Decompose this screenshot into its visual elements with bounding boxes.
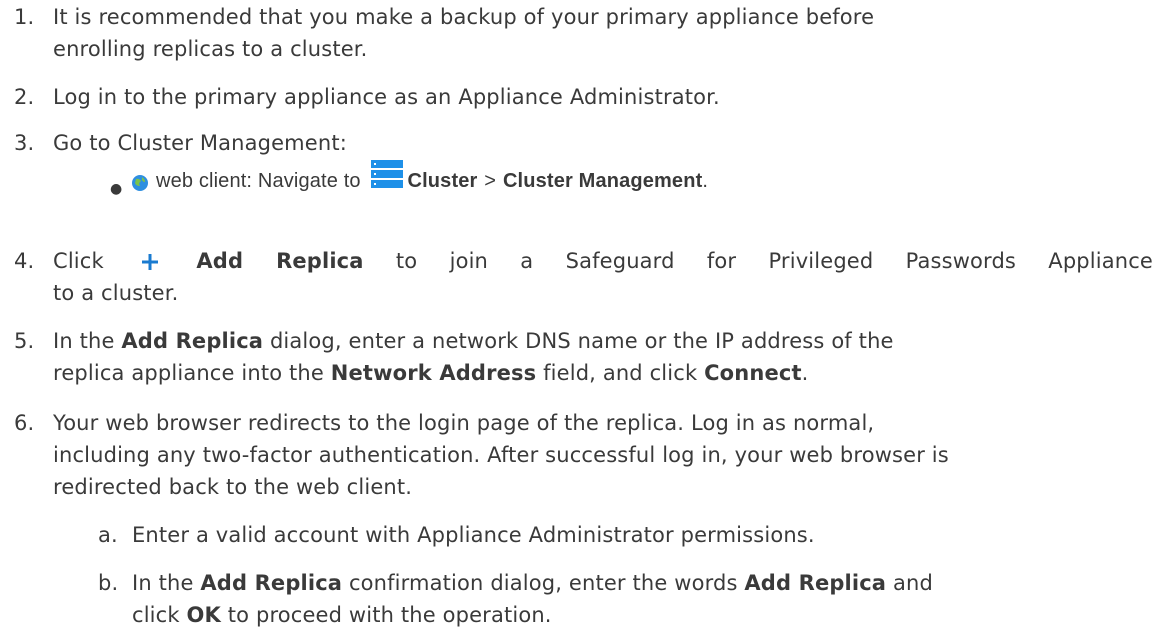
globe-icon xyxy=(130,171,150,191)
add-replica-label: Add Replica xyxy=(121,329,264,353)
step-number: 4. xyxy=(14,249,35,273)
add-replica-label: Add Replica xyxy=(744,571,887,595)
step-number: 3. xyxy=(14,131,35,155)
step-text-line: including any two-factor authentication.… xyxy=(53,443,949,467)
step-text-line: enrolling replicas to a cluster. xyxy=(53,37,368,61)
substep-text-line: click OK to proceed with the operation. xyxy=(132,600,552,630)
step-4-rest: to join a Safeguard for Privileged Passw… xyxy=(395,249,1153,273)
add-replica-label: Add Replica xyxy=(196,249,364,273)
step-number: 1. xyxy=(14,5,35,29)
text: field, and click xyxy=(543,361,698,385)
step-text-line: It is recommended that you make a backup… xyxy=(53,5,875,29)
add-replica-label: Add Replica xyxy=(200,571,343,595)
connect-label: Connect xyxy=(704,361,802,385)
step-text-line: Click Add Replica to join a Safeguard fo… xyxy=(53,246,1153,276)
instructions-page: 1. It is recommended that you make a bac… xyxy=(0,0,1169,643)
step-text-line: In the Add Replica dialog, enter a netwo… xyxy=(53,326,894,356)
server-stack-icon xyxy=(370,158,404,192)
cluster-label: Cluster xyxy=(407,170,478,192)
substep-number: b. xyxy=(98,571,119,595)
bullet-prefix: web client: Navigate to xyxy=(156,170,361,192)
text: click xyxy=(132,603,180,627)
text: replica appliance into the xyxy=(53,361,324,385)
separator: > xyxy=(484,170,497,192)
substep-text-line: In the Add Replica confirmation dialog, … xyxy=(132,568,933,598)
text: In the xyxy=(132,571,194,595)
substep-number: a. xyxy=(98,523,118,547)
step-text-line: replica appliance into the Network Addre… xyxy=(53,358,808,388)
step-number: 5. xyxy=(14,329,35,353)
text: to proceed with the operation. xyxy=(227,603,552,627)
network-address-label: Network Address xyxy=(330,361,537,385)
step-text-line: redirected back to the web client. xyxy=(53,475,413,499)
bullet-end: . xyxy=(702,170,709,192)
text: In the xyxy=(53,329,115,353)
text: confirmation dialog, enter the words xyxy=(348,571,738,595)
text: and xyxy=(892,571,933,595)
step-number: 6. xyxy=(14,411,35,435)
step-number: 2. xyxy=(14,85,35,109)
text: dialog, enter a network DNS name or the … xyxy=(269,329,894,353)
ok-label: OK xyxy=(186,603,221,627)
click-text: Click xyxy=(53,249,104,273)
plus-icon xyxy=(140,250,160,270)
step-text-line: Log in to the primary appliance as an Ap… xyxy=(53,85,720,109)
cluster-management-label: Cluster Management xyxy=(502,170,703,192)
substep-text: Enter a valid account with Appliance Adm… xyxy=(132,523,815,547)
bullet-point: ● xyxy=(110,181,123,197)
bullet-item: web client: Navigate to Cluster > Cluste… xyxy=(130,160,709,198)
step-text-line: to a cluster. xyxy=(53,281,179,305)
step-text-line: Your web browser redirects to the login … xyxy=(53,411,875,435)
text: . xyxy=(801,361,809,385)
step-text-line: Go to Cluster Management: xyxy=(53,131,347,155)
